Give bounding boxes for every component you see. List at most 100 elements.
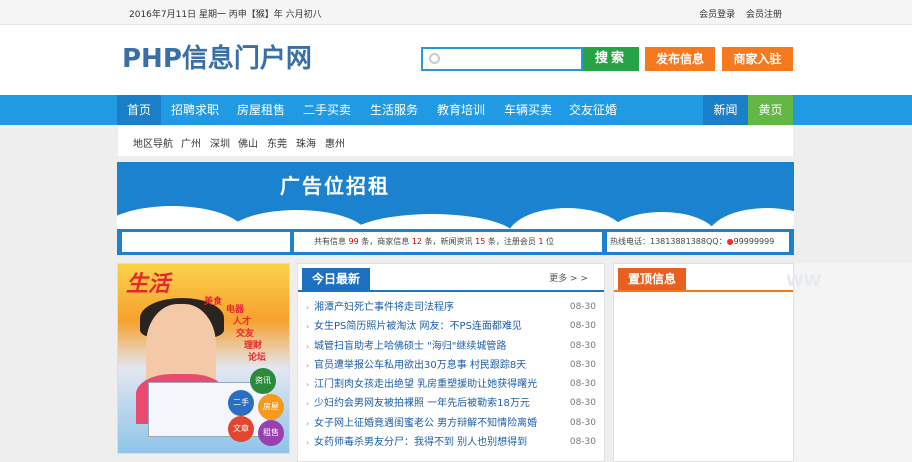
watermark-deco: WW <box>786 271 822 290</box>
search-button[interactable]: 搜索 <box>583 47 639 71</box>
news-date: 08-30 <box>569 417 596 428</box>
current-date: 2016年7月11日 星期一 丙申【猴】年 六月初八 <box>129 10 322 20</box>
qq-icon: ● <box>726 237 734 246</box>
search-input[interactable] <box>445 51 575 67</box>
nav-item-yellow-pages[interactable]: 黄页 <box>748 95 793 125</box>
news-title[interactable]: 女药师毒杀男友分尸：我得不到 别人也别想得到 <box>314 433 527 452</box>
nav-item-vehicles[interactable]: 车辆买卖 <box>500 95 556 125</box>
news-title[interactable]: 江门割肉女孩走出绝望 乳房重塑援助让她获得曙光 <box>314 375 537 394</box>
news-item[interactable]: › 城管扫盲助考上哈佛硕士 "海归"继续城管路 08-30 <box>298 337 604 356</box>
hotline-text: 热线电话：13813881388QQ： <box>610 237 727 246</box>
news-item[interactable]: › 女子网上征婚竟遇闺蜜老公 男方辩解不知情险离婚 08-30 <box>298 414 604 433</box>
news-date: 08-30 <box>569 359 596 370</box>
stats-text: 共有信息 <box>314 237 346 246</box>
stats-bar: 共有信息 99 条，商家信息 12 条，新闻资讯 15 条，注册会员 1 位 热… <box>117 229 794 255</box>
news-date: 08-30 <box>569 340 596 351</box>
nav-item-secondhand[interactable]: 二手买卖 <box>299 95 355 125</box>
promo-badge: 房屋 <box>258 394 284 420</box>
news-item[interactable]: › 女生PS简历照片被淘汰 网友：不PS连面都难见 08-30 <box>298 317 604 336</box>
search-icon <box>429 53 440 64</box>
arrow-icon: › <box>306 399 310 409</box>
news-title[interactable]: 城管扫盲助考上哈佛硕士 "海归"继续城管路 <box>314 337 506 356</box>
today-news-panel: 今日最新 更多 > > › 湘潭产妇死亡事件将走司法程序 08-30 › 女生PS简历… <box>297 263 605 462</box>
news-list: › 湘潭产妇死亡事件将走司法程序 08-30 › 女生PS简历照片被淘汰 网友：不PS… <box>298 298 604 452</box>
top-info-header: 置顶信息 <box>614 264 793 292</box>
region-city-huizhou[interactable]: 惠州 <box>325 135 345 150</box>
news-item[interactable]: › 江门割肉女孩走出绝望 乳房重塑援助让她获得曙光 08-30 <box>298 375 604 394</box>
nav-item-education[interactable]: 教育培训 <box>433 95 489 125</box>
news-item[interactable]: › 女药师毒杀男友分尸：我得不到 别人也别想得到 08-30 <box>298 433 604 452</box>
promo-title: 生活 <box>126 272 171 297</box>
stats-text: 位 <box>546 237 555 246</box>
news-date: 08-30 <box>569 379 596 390</box>
region-city-foshan[interactable]: 佛山 <box>238 135 258 150</box>
login-link[interactable]: 会员登录 <box>699 10 735 20</box>
ad-banner[interactable]: 广告位招租 <box>117 162 794 232</box>
main-nav: 首页 招聘求职 房屋租售 二手买卖 生活服务 教育培训 车辆买卖 交友征婚 新闻… <box>0 95 912 125</box>
today-news-title: 今日最新 <box>302 268 371 290</box>
account-links: 会员登录 会员注册 <box>691 7 782 20</box>
right-margin: WW <box>786 263 912 462</box>
nav-item-life-service[interactable]: 生活服务 <box>366 95 422 125</box>
promo-badge: 二手 <box>228 390 254 416</box>
arrow-icon: › <box>306 360 310 370</box>
news-title[interactable]: 女生PS简历照片被淘汰 网友：不PS连面都难见 <box>314 317 522 336</box>
region-city-shenzhen[interactable]: 深圳 <box>210 135 230 150</box>
top-info-title: 置顶信息 <box>618 268 687 290</box>
news-date: 08-30 <box>569 398 596 409</box>
arrow-icon: › <box>306 322 310 332</box>
top-bar: 2016年7月11日 星期一 丙申【猴】年 六月初八 会员登录 会员注册 <box>0 0 912 25</box>
arrow-icon: › <box>306 438 310 448</box>
region-nav-label: 地区导航 <box>133 139 173 150</box>
search-box <box>421 47 583 71</box>
region-city-zhuhai[interactable]: 珠海 <box>296 135 316 150</box>
news-item[interactable]: › 官员遭举报公车私用欲出30万息事 村民跟踪8天 08-30 <box>298 356 604 375</box>
news-date: 08-30 <box>569 321 596 332</box>
nav-item-home[interactable]: 首页 <box>117 95 161 125</box>
nav-item-dating[interactable]: 交友征婚 <box>565 95 621 125</box>
arrow-icon: › <box>306 341 310 351</box>
news-date: 08-30 <box>569 302 596 312</box>
site-logo[interactable]: PHP信息门户网 <box>122 38 312 75</box>
nav-item-housing[interactable]: 房屋租售 <box>233 95 289 125</box>
qq-number: 99999999 <box>733 237 775 246</box>
stats-blank <box>122 232 290 252</box>
news-title[interactable]: 湘潭产妇死亡事件将走司法程序 <box>314 298 454 317</box>
arrow-icon: › <box>306 303 310 312</box>
member-count: 1 <box>538 237 544 246</box>
promo-image[interactable]: 生活 美食 电器 人才 交友 理财 论坛 资讯 二手 文章 房屋 租售 <box>117 263 290 454</box>
news-item[interactable]: › 少妇约会男网友被拍裸照 一年先后被勒索18万元 08-30 <box>298 394 604 413</box>
promo-badge: 资讯 <box>250 368 276 394</box>
promo-badge: 租售 <box>258 420 284 446</box>
stats-text: 条，商家信息 <box>361 237 410 246</box>
news-item[interactable]: › 湘潭产妇死亡事件将走司法程序 08-30 <box>298 298 604 317</box>
site-stats: 共有信息 99 条，商家信息 12 条，新闻资讯 15 条，注册会员 1 位 <box>294 232 602 252</box>
more-link[interactable]: 更多 > > <box>549 271 588 284</box>
promo-tag: 美食 <box>204 297 223 307</box>
region-city-dongguan[interactable]: 东莞 <box>267 135 287 150</box>
arrow-icon: › <box>306 418 310 428</box>
banner-title: 广告位招租 <box>280 174 390 198</box>
today-news-header: 今日最新 更多 > > <box>298 264 604 292</box>
top-info-panel: 置顶信息 <box>613 263 794 462</box>
region-city-guangzhou[interactable]: 广州 <box>181 135 201 150</box>
news-count: 15 <box>475 237 486 246</box>
publish-info-button[interactable]: 发布信息 <box>645 47 715 71</box>
contact-info: 热线电话：13813881388QQ：●99999999 <box>607 232 789 252</box>
news-date: 08-30 <box>569 437 596 448</box>
stats-text: 条，新闻资讯 <box>424 237 473 246</box>
merchant-join-button[interactable]: 商家入驻 <box>722 47 793 71</box>
site-header: PHP信息门户网 搜索 发布信息 商家入驻 <box>0 25 912 95</box>
news-title[interactable]: 女子网上征婚竟遇闺蜜老公 男方辩解不知情险离婚 <box>314 414 537 433</box>
nav-item-jobs[interactable]: 招聘求职 <box>167 95 223 125</box>
region-nav: 地区导航 广州 深圳 佛山 东莞 珠海 惠州 <box>118 126 793 156</box>
news-title[interactable]: 少妇约会男网友被拍裸照 一年先后被勒索18万元 <box>314 394 530 413</box>
nav-item-news[interactable]: 新闻 <box>703 95 748 125</box>
stats-text: 条，注册会员 <box>487 237 536 246</box>
arrow-icon: › <box>306 380 310 390</box>
register-link[interactable]: 会员注册 <box>746 10 782 20</box>
merchant-count: 12 <box>411 237 423 246</box>
news-title[interactable]: 官员遭举报公车私用欲出30万息事 村民跟踪8天 <box>314 356 526 375</box>
promo-tag: 论坛 <box>248 353 267 363</box>
promo-badge: 文章 <box>228 416 254 442</box>
